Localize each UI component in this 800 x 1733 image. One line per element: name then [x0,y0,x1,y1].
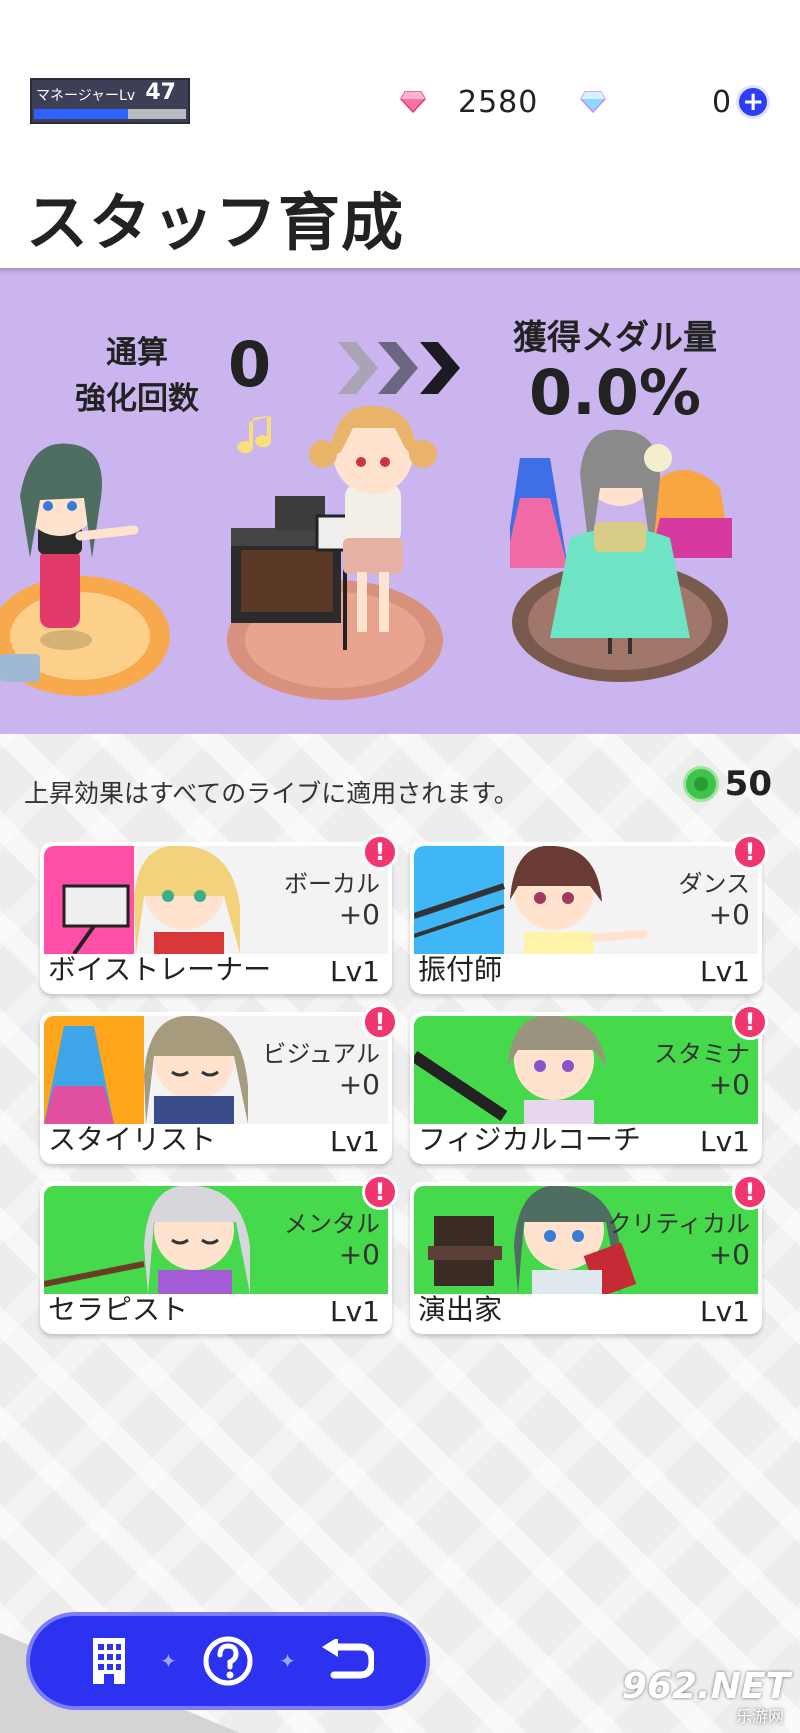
staff-stat-label: メンタル [284,1210,380,1238]
alert-badge-icon: ! [732,834,768,870]
back-button[interactable] [320,1634,374,1688]
staff-stat-label: ビジュアル [262,1040,380,1068]
staff-name: 演出家 [418,1293,503,1326]
staff-name: スタイリスト [48,1123,217,1156]
staff-card-choreographer[interactable]: ダンス +0 振付師 Lv1 ! [410,834,768,994]
staff-stat-bonus: +0 [338,898,380,931]
site-watermark: 962.NET 乐游网 [622,1666,790,1727]
staff-level: Lv1 [330,1125,380,1158]
staff-name: セラピスト [48,1293,189,1326]
help-button[interactable] [201,1634,255,1688]
pianist-scene-illustration [227,405,443,700]
staff-level: Lv1 [330,1295,380,1328]
staff-card-therapist[interactable]: メンタル +0 セラピスト Lv1 ! [40,1174,398,1334]
bottom-nav-bar: ✦ ✦ [26,1612,430,1710]
staff-name: 振付師 [418,953,503,986]
medal-gain-label: 獲得メダル量 [513,318,717,358]
alert-badge-icon: ! [732,1004,768,1040]
staff-portrait-stylist [44,1016,388,1124]
staff-portrait-physical-coach [414,1016,758,1124]
staff-level: Lv1 [330,955,380,988]
green-medal-icon [682,766,719,802]
manager-exp-bar [34,109,186,119]
top-status-bar: マネージャーLv 47 2580 0 + スタッフ育成 [0,0,800,259]
alert-badge-icon: ! [362,1004,398,1040]
staff-stat-bonus: +0 [708,898,750,931]
manager-level-label: マネージャーLv [36,88,136,104]
staff-level: Lv1 [700,1295,750,1328]
staff-card-voice-trainer[interactable]: ボーカル +0 ボイストレーナー Lv1 ! [40,834,398,994]
pink-diamond-icon [400,91,426,113]
question-mark-icon [203,1636,253,1686]
staff-list-area: 上昇効果はすべてのライブに適用されます。 50 ボーカル +0 ボイストレーナー… [0,734,800,1733]
page-title: スタッフ育成 [26,186,405,259]
staff-card-stylist[interactable]: ビジュアル +0 スタイリスト Lv1 ! [40,1004,398,1164]
paid-gem-value: 2580 [458,84,539,120]
free-gem-counter: 0 + [580,82,771,122]
staff-stat-label: ダンス [678,870,750,898]
stylist-dress-scene-illustration [510,429,732,682]
staff-stat-bonus: +0 [708,1068,750,1101]
nav-separator-sparkle-icon: ✦ [160,1649,177,1673]
staff-portrait-therapist [44,1186,388,1294]
alert-badge-icon: ! [362,1174,398,1210]
building-icon [93,1638,126,1684]
add-gems-button[interactable]: + [736,85,771,119]
staff-stat-bonus: +0 [338,1068,380,1101]
manager-exp-bar-fill [34,109,129,119]
staff-stat-label: クリティカル [607,1210,750,1238]
dancer-scene-illustration [0,443,170,696]
staff-card-physical-coach[interactable]: スタミナ +0 フィジカルコーチ Lv1 ! [410,1004,768,1164]
staff-stat-bonus: +0 [338,1238,380,1271]
staff-name: フィジカルコーチ [418,1123,641,1156]
nav-separator-sparkle-icon: ✦ [279,1649,296,1673]
staff-level: Lv1 [700,1125,750,1158]
staff-portrait-voice-trainer [44,846,388,954]
watermark-sub-text: 乐游网 [735,1707,784,1726]
medal-counter: 50 [682,764,772,804]
staff-level: Lv1 [700,955,750,988]
alert-badge-icon: ! [732,1174,768,1210]
paid-gem-counter: 2580 [400,82,538,122]
total-upgrade-label: 通算 強化回数 [75,335,199,417]
manager-level-box[interactable]: マネージャーLv 47 [30,78,190,124]
blue-diamond-icon [580,91,606,113]
alert-badge-icon: ! [362,834,398,870]
medal-count: 50 [724,764,772,804]
watermark-main-text: 962.NET [621,1666,790,1707]
free-gem-value: 0 [712,84,733,120]
staff-summary-banner: 通算 強化回数 0 獲得メダル量 0.0% [0,268,800,734]
staff-stat-label: スタミナ [654,1040,750,1068]
staff-portrait-director [414,1186,758,1294]
staff-portrait-choreographer [414,846,758,954]
effect-note: 上昇効果はすべてのライブに適用されます。 [24,779,519,808]
office-building-button[interactable] [82,1634,136,1688]
staff-stat-label: ボーカル [284,870,380,898]
staff-stat-bonus: +0 [708,1238,750,1271]
return-arrow-icon [321,1639,374,1679]
manager-level-value: 47 [145,80,176,105]
staff-name: ボイストレーナー [48,953,272,986]
staff-card-director[interactable]: クリティカル +0 演出家 Lv1 ! [410,1174,768,1334]
